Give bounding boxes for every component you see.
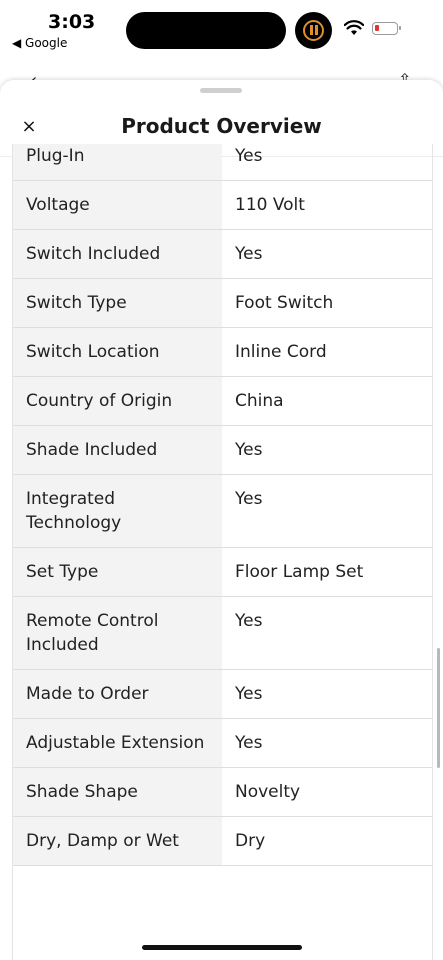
- battery-icon: [372, 22, 401, 35]
- spec-label: Country of Origin: [13, 377, 222, 425]
- spec-label: Shade Included: [13, 426, 222, 474]
- home-indicator[interactable]: [142, 945, 302, 950]
- table-row: Voltage 110 Volt: [13, 181, 432, 230]
- back-to-app-link[interactable]: ◀ Google: [12, 36, 67, 50]
- media-pause-icon[interactable]: [295, 12, 332, 49]
- spec-table: Plug-In Yes Voltage 110 Volt Switch Incl…: [12, 144, 433, 960]
- spec-label: Switch Type: [13, 279, 222, 327]
- spec-value: China: [235, 391, 284, 411]
- table-row: Switch Location Inline Cord: [13, 328, 432, 377]
- table-row: Integrated Technology Yes: [13, 475, 432, 548]
- spec-value: Dry: [235, 831, 266, 851]
- sheet-grabber[interactable]: [200, 88, 242, 93]
- spec-label: Integrated Technology: [13, 475, 222, 547]
- table-row: Switch Type Foot Switch: [13, 279, 432, 328]
- clock: 3:03: [48, 11, 96, 33]
- spec-label: Switch Location: [13, 328, 222, 376]
- spec-value: Yes: [235, 489, 263, 509]
- spec-label: Remote Control Included: [13, 597, 222, 669]
- spec-value: Yes: [235, 684, 263, 704]
- table-row: Remote Control Included Yes: [13, 597, 432, 670]
- spec-value: Inline Cord: [235, 342, 327, 362]
- spec-value: Yes: [235, 440, 263, 460]
- table-row: Country of Origin China: [13, 377, 432, 426]
- scrollbar[interactable]: [437, 648, 440, 768]
- spec-label: Dry, Damp or Wet: [13, 817, 222, 865]
- spec-value: Yes: [235, 611, 263, 631]
- wifi-icon: [344, 20, 364, 35]
- table-row: Shade Included Yes: [13, 426, 432, 475]
- spec-label: Switch Included: [13, 230, 222, 278]
- table-row: Dry, Damp or Wet Dry: [13, 817, 432, 866]
- spec-label: Voltage: [13, 181, 222, 229]
- table-row: Set Type Floor Lamp Set: [13, 548, 432, 597]
- table-row: Plug-In Yes: [13, 144, 432, 181]
- table-row: Adjustable Extension Yes: [13, 719, 432, 768]
- sheet-title: Product Overview: [121, 114, 322, 138]
- spec-value: Foot Switch: [235, 293, 334, 313]
- spec-label: Plug-In: [13, 144, 222, 180]
- spec-value: Novelty: [235, 782, 301, 802]
- product-overview-sheet: × Product Overview Plug-In Yes Voltage 1…: [0, 80, 443, 960]
- spec-value: Yes: [235, 733, 263, 753]
- spec-value: Floor Lamp Set: [235, 562, 364, 582]
- table-row: Made to Order Yes: [13, 670, 432, 719]
- spec-label: Adjustable Extension: [13, 719, 222, 767]
- table-row: Switch Included Yes: [13, 230, 432, 279]
- status-bar: 3:03 ◀ Google ‹ ⇪: [0, 0, 443, 91]
- spec-label: Set Type: [13, 548, 222, 596]
- dynamic-island: [126, 12, 286, 49]
- spec-value: Yes: [235, 244, 263, 264]
- spec-value: 110 Volt: [235, 195, 305, 215]
- spec-label: Made to Order: [13, 670, 222, 718]
- spec-value: Yes: [235, 146, 263, 166]
- table-row: Shade Shape Novelty: [13, 768, 432, 817]
- spec-label: Shade Shape: [13, 768, 222, 816]
